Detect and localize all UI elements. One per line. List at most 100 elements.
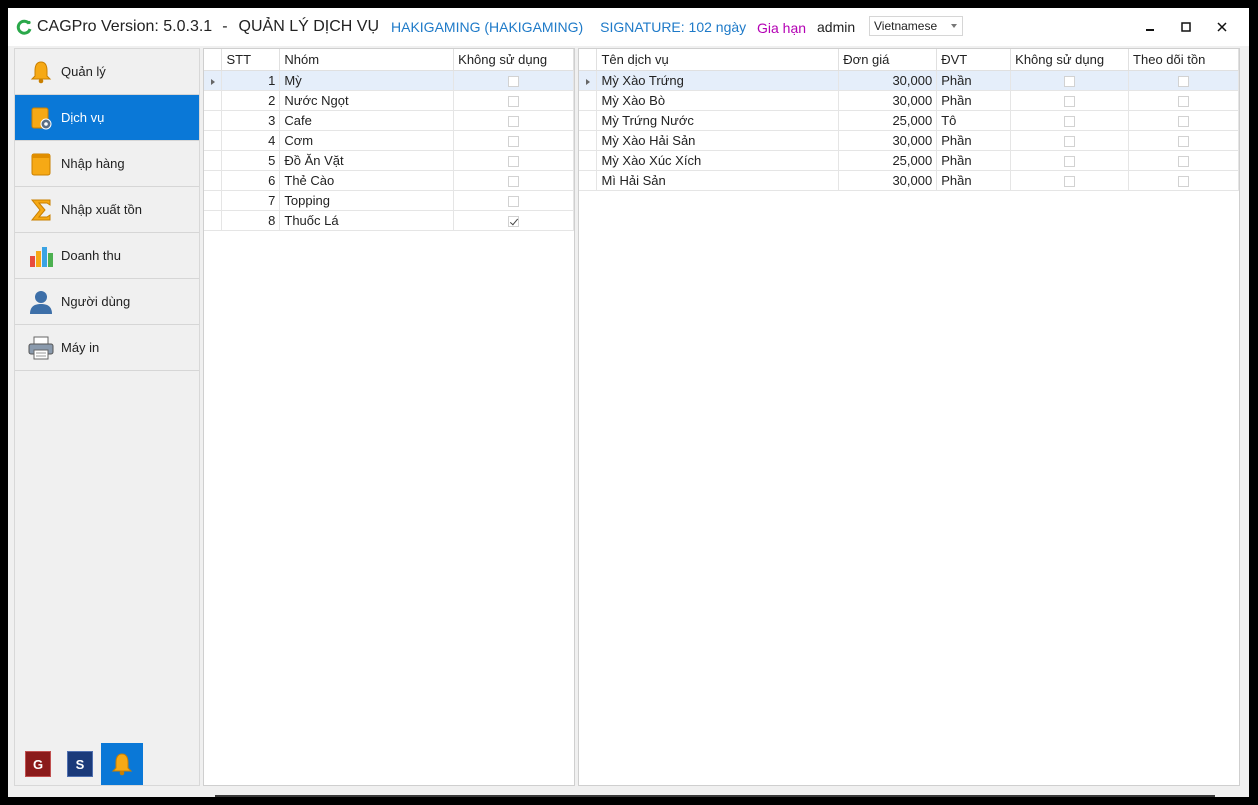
cell-nhom[interactable]: Thuốc Lá <box>279 210 455 231</box>
language-select[interactable]: Vietnamese <box>869 16 963 36</box>
table-row[interactable]: Mỳ Trứng Nước 25,000 Tô <box>579 110 1239 131</box>
cell-dvt[interactable]: Phần <box>936 150 1012 171</box>
unused-checkbox[interactable] <box>1064 75 1076 87</box>
unused-checkbox[interactable] <box>508 75 520 87</box>
sidebar-item-label: Nhập xuất tồn <box>61 202 142 217</box>
row-indicator <box>579 130 598 151</box>
unused-checkbox[interactable] <box>508 155 520 167</box>
quick-bell-button[interactable] <box>101 743 143 785</box>
column-header-ten-dich-vu[interactable]: Tên dịch vụ <box>596 49 840 71</box>
quick-g-button[interactable]: G <box>25 751 51 777</box>
cell-don-gia[interactable]: 25,000 <box>838 110 938 131</box>
column-header-dvt[interactable]: ĐVT <box>936 49 1012 71</box>
sidebar-item-label: Doanh thu <box>61 248 121 263</box>
bell-icon <box>111 753 133 776</box>
track-stock-checkbox[interactable] <box>1178 155 1190 167</box>
unused-checkbox[interactable] <box>1064 115 1076 127</box>
table-row[interactable]: Mỳ Xào Bò 30,000 Phần <box>579 90 1239 111</box>
cell-ten-dich-vu[interactable]: Mỳ Xào Bò <box>596 90 840 111</box>
close-button[interactable] <box>1211 17 1233 37</box>
table-row[interactable]: 3 Cafe <box>204 110 574 131</box>
table-row[interactable]: 2 Nước Ngọt <box>204 90 574 111</box>
table-row[interactable]: 6 Thẻ Cào <box>204 170 574 191</box>
track-stock-checkbox[interactable] <box>1178 115 1190 127</box>
table-row[interactable]: Mỳ Xào Hải Sản 30,000 Phần <box>579 130 1239 151</box>
column-header-nhom[interactable]: Nhóm <box>279 49 455 71</box>
table-row[interactable]: 1 Mỳ <box>204 70 574 91</box>
cell-ten-dich-vu[interactable]: Mỳ Xào Trứng <box>596 70 840 91</box>
minimize-button[interactable] <box>1139 17 1161 37</box>
cell-don-gia[interactable]: 25,000 <box>838 150 938 171</box>
cell-dvt[interactable]: Phần <box>936 130 1012 151</box>
table-row[interactable]: 5 Đồ Ăn Vặt <box>204 150 574 171</box>
cell-nhom[interactable]: Topping <box>279 190 455 211</box>
unused-checkbox[interactable] <box>1064 155 1076 167</box>
unused-checkbox[interactable] <box>508 115 520 127</box>
column-header-khong-su-dung[interactable]: Không sử dụng <box>1010 49 1130 71</box>
cell-dvt[interactable]: Tô <box>936 110 1012 131</box>
sidebar-item-nhap-hang[interactable]: Nhập hàng <box>15 141 199 187</box>
sidebar-item-doanh-thu[interactable]: Doanh thu <box>15 233 199 279</box>
cell-nhom[interactable]: Nước Ngọt <box>279 90 455 111</box>
column-header-stt[interactable]: STT <box>221 49 281 71</box>
cell-don-gia[interactable]: 30,000 <box>838 90 938 111</box>
sidebar-item-nguoi-dung[interactable]: Người dùng <box>15 279 199 325</box>
table-row[interactable]: 8 Thuốc Lá <box>204 210 574 231</box>
unused-checkbox[interactable] <box>508 215 520 227</box>
bar-chart-icon <box>27 242 55 270</box>
unused-checkbox[interactable] <box>508 195 520 207</box>
column-header-don-gia[interactable]: Đơn giá <box>838 49 938 71</box>
sidebar-item-label: Dịch vụ <box>61 110 105 125</box>
track-stock-checkbox[interactable] <box>1178 75 1190 87</box>
close-icon <box>1217 22 1227 32</box>
cell-ten-dich-vu[interactable]: Mì Hải Sản <box>596 170 840 191</box>
table-row[interactable]: 7 Topping <box>204 190 574 211</box>
cell-don-gia[interactable]: 30,000 <box>838 170 938 191</box>
cell-nhom[interactable]: Mỳ <box>279 70 455 91</box>
cell-nhom[interactable]: Đồ Ăn Vặt <box>279 150 455 171</box>
service-grid-panel: Tên dịch vụ Đơn giá ĐVT Không sử dụng Th… <box>578 48 1240 786</box>
service-grid: Tên dịch vụ Đơn giá ĐVT Không sử dụng Th… <box>579 49 1239 191</box>
bell-icon <box>27 58 55 86</box>
table-row[interactable]: Mỳ Xào Xúc Xích 25,000 Phần <box>579 150 1239 171</box>
column-header-theo-doi-ton[interactable]: Theo dõi tồn <box>1128 49 1239 71</box>
cell-ten-dich-vu[interactable]: Mỳ Xào Hải Sản <box>596 130 840 151</box>
table-row[interactable]: Mỳ Xào Trứng 30,000 Phần <box>579 70 1239 91</box>
cell-dvt[interactable]: Phần <box>936 170 1012 191</box>
group-grid-header: STT Nhóm Không sử dụng <box>204 49 574 71</box>
service-grid-header: Tên dịch vụ Đơn giá ĐVT Không sử dụng Th… <box>579 49 1239 71</box>
track-stock-checkbox[interactable] <box>1178 135 1190 147</box>
sidebar-item-dich-vu[interactable]: Dịch vụ <box>15 95 199 141</box>
table-row[interactable]: 4 Cơm <box>204 130 574 151</box>
cell-stt: 7 <box>221 190 281 211</box>
track-stock-checkbox[interactable] <box>1178 95 1190 107</box>
sidebar-item-nhap-xuat-ton[interactable]: Nhập xuất tồn <box>15 187 199 233</box>
unused-checkbox[interactable] <box>508 135 520 147</box>
horizontal-scrollbar[interactable] <box>215 795 1215 797</box>
cell-dvt[interactable]: Phần <box>936 90 1012 111</box>
unused-checkbox[interactable] <box>1064 175 1076 187</box>
cell-don-gia[interactable]: 30,000 <box>838 70 938 91</box>
cell-don-gia[interactable]: 30,000 <box>838 130 938 151</box>
sidebar-item-quan-ly[interactable]: Quản lý <box>15 49 199 95</box>
unused-checkbox[interactable] <box>1064 135 1076 147</box>
cell-ten-dich-vu[interactable]: Mỳ Xào Xúc Xích <box>596 150 840 171</box>
cell-theo-doi-ton <box>1128 170 1239 191</box>
table-row[interactable]: Mì Hải Sản 30,000 Phần <box>579 170 1239 191</box>
maximize-button[interactable] <box>1175 17 1197 37</box>
unused-checkbox[interactable] <box>508 95 520 107</box>
cell-nhom[interactable]: Cơm <box>279 130 455 151</box>
unused-checkbox[interactable] <box>1064 95 1076 107</box>
cell-dvt[interactable]: Phần <box>936 70 1012 91</box>
quick-s-button[interactable]: S <box>67 751 93 777</box>
track-stock-checkbox[interactable] <box>1178 175 1190 187</box>
cell-nhom[interactable]: Cafe <box>279 110 455 131</box>
column-header-khong-su-dung[interactable]: Không sử dụng <box>453 49 574 71</box>
cell-nhom[interactable]: Thẻ Cào <box>279 170 455 191</box>
cell-khong-su-dung <box>453 90 574 111</box>
unused-checkbox[interactable] <box>508 175 520 187</box>
cell-khong-su-dung <box>1010 170 1130 191</box>
renew-link[interactable]: Gia hạn <box>757 20 806 36</box>
cell-ten-dich-vu[interactable]: Mỳ Trứng Nước <box>596 110 840 131</box>
sidebar-item-may-in[interactable]: Máy in <box>15 325 199 371</box>
